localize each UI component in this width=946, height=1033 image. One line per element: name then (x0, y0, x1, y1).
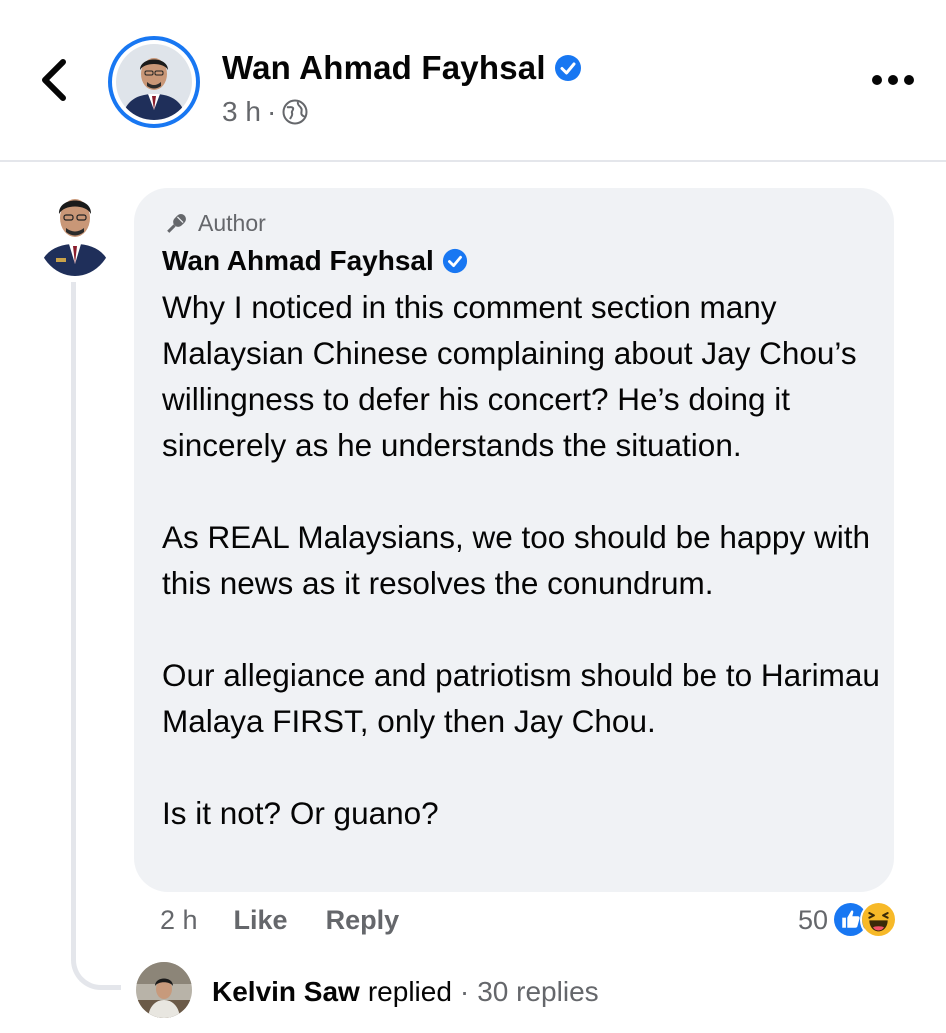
reaction-count: 50 (798, 904, 829, 935)
chevron-left-icon (39, 58, 69, 107)
author-name[interactable]: Wan Ahmad Fayhsal (222, 49, 546, 87)
author-badge-label: Author (198, 210, 266, 236)
thread-connector-line (71, 282, 121, 990)
commenter-name-row[interactable]: Wan Ahmad Fayhsal (162, 242, 468, 280)
microphone-icon (162, 211, 190, 237)
view-replies-link[interactable]: Kelvin Saw replied · 30 replies (212, 970, 599, 1014)
haha-reaction-icon (860, 901, 899, 939)
replies-count: 30 replies (477, 976, 599, 1007)
replies-separator: · (459, 976, 470, 1007)
meta-separator: · (266, 96, 277, 127)
author-avatar[interactable] (108, 36, 200, 128)
reactions-summary[interactable]: 50 (798, 897, 899, 943)
comment-paragraph: Is it not? Or guano? (162, 795, 439, 831)
post-time[interactable]: 3 h (222, 96, 261, 128)
comment-text: Why I noticed in this comment section ma… (162, 284, 882, 836)
replier-avatar[interactable] (136, 962, 192, 1018)
reply-button[interactable]: Reply (326, 905, 400, 936)
globe-icon (282, 99, 308, 125)
like-button[interactable]: Like (234, 905, 288, 936)
comment-paragraph: Why I noticed in this comment section ma… (162, 289, 857, 463)
back-button[interactable] (30, 58, 78, 106)
author-name-row[interactable]: Wan Ahmad Fayhsal (222, 46, 582, 90)
post-header: Wan Ahmad Fayhsal 3 h · (0, 0, 946, 162)
comment-time: 2 h (160, 904, 198, 935)
replied-label: replied (367, 976, 452, 1007)
comment-paragraph: Our allegiance and patriotism should be … (162, 657, 880, 739)
more-options-button[interactable] (866, 64, 920, 100)
comment-actions: 2 h Like Reply (160, 900, 399, 940)
more-horizontal-icon (871, 73, 915, 91)
comment-bubble: Author Wan Ahmad Fayhsal Why I noticed i… (134, 188, 894, 892)
verified-badge-icon (442, 248, 468, 274)
commenter-name[interactable]: Wan Ahmad Fayhsal (162, 245, 434, 277)
post-meta: 3 h · (222, 96, 308, 128)
commenter-avatar[interactable] (36, 184, 114, 276)
comment-paragraph: As REAL Malaysians, we too should be hap… (162, 519, 870, 601)
verified-badge-icon (554, 54, 582, 82)
author-badge: Author (162, 210, 266, 237)
replier-name: Kelvin Saw (212, 976, 360, 1007)
